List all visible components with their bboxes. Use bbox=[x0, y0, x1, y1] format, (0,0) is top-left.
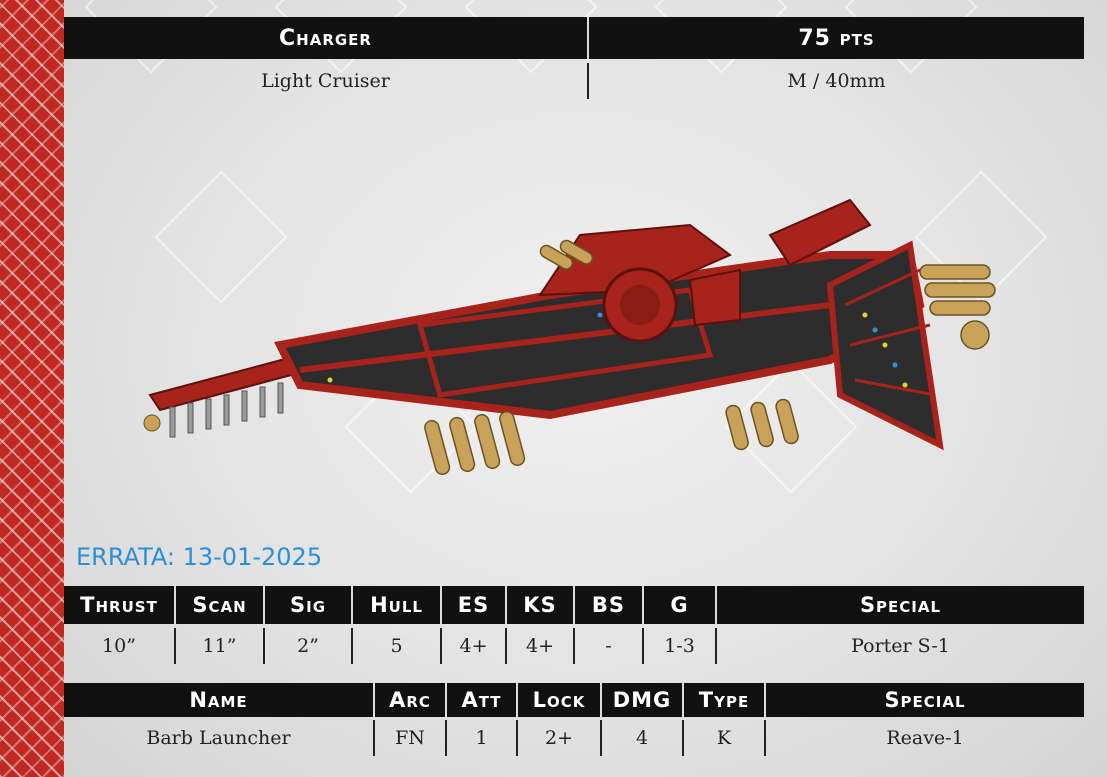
stats-header-hull: Hull bbox=[353, 586, 442, 624]
unit-class: Light Cruiser bbox=[64, 63, 589, 99]
stats-header-thrust: Thrust bbox=[64, 586, 176, 624]
weapon-att: 1 bbox=[447, 720, 518, 756]
stats-values-row: 10” 11” 2” 5 4+ 4+ - 1-3 Porter S-1 bbox=[64, 628, 1084, 664]
weapons-header-row: Name Arc Att Lock DMG Type Special bbox=[64, 683, 1084, 717]
stats-header-row: Thrust Scan Sig Hull ES KS BS G Special bbox=[64, 586, 1084, 624]
weapons-header-att: Att bbox=[447, 683, 518, 717]
stat-special: Porter S-1 bbox=[851, 635, 950, 657]
stat-sig: 2” bbox=[265, 628, 353, 664]
weapons-header-dmg: DMG bbox=[602, 683, 684, 717]
weapon-arc: FN bbox=[375, 720, 447, 756]
weapon-special: Reave-1 bbox=[886, 727, 964, 749]
decorative-side-stripe bbox=[0, 0, 64, 777]
stats-header-g: G bbox=[644, 586, 717, 624]
weapon-row: Barb Launcher FN 1 2+ 4 K Reave-1 bbox=[64, 720, 1084, 756]
weapons-header-arc: Arc bbox=[375, 683, 447, 717]
weapon-type: K bbox=[684, 720, 766, 756]
weapons-header-type: Type bbox=[684, 683, 766, 717]
errata-date: ERRATA: 13-01-2025 bbox=[76, 543, 323, 571]
unit-info-row: Light Cruiser M / 40mm bbox=[64, 63, 1084, 99]
weapons-header-special: Special bbox=[884, 688, 966, 712]
stat-es: 4+ bbox=[442, 628, 507, 664]
stat-ks: 4+ bbox=[507, 628, 575, 664]
stat-hull: 5 bbox=[353, 628, 442, 664]
unit-header-row: Charger 75 pts bbox=[64, 17, 1084, 59]
stat-bs: - bbox=[575, 628, 644, 664]
stats-header-bs: BS bbox=[575, 586, 644, 624]
unit-name: Charger bbox=[64, 17, 589, 59]
weapons-header-name: Name bbox=[64, 683, 375, 717]
stats-header-ks: KS bbox=[507, 586, 575, 624]
stats-header-sig: Sig bbox=[265, 586, 353, 624]
weapon-dmg: 4 bbox=[602, 720, 684, 756]
ship-model-illustration bbox=[143, 198, 996, 476]
weapons-header-lock: Lock bbox=[518, 683, 602, 717]
unit-size: M / 40mm bbox=[787, 70, 886, 92]
weapon-lock: 2+ bbox=[518, 720, 602, 756]
stats-header-es: ES bbox=[442, 586, 507, 624]
weapon-name: Barb Launcher bbox=[64, 720, 375, 756]
stat-scan: 11” bbox=[176, 628, 265, 664]
stat-g: 1-3 bbox=[644, 628, 717, 664]
stats-header-scan: Scan bbox=[176, 586, 265, 624]
stats-header-special: Special bbox=[859, 593, 942, 617]
unit-points: 75 pts bbox=[798, 25, 875, 51]
stat-thrust: 10” bbox=[64, 628, 176, 664]
